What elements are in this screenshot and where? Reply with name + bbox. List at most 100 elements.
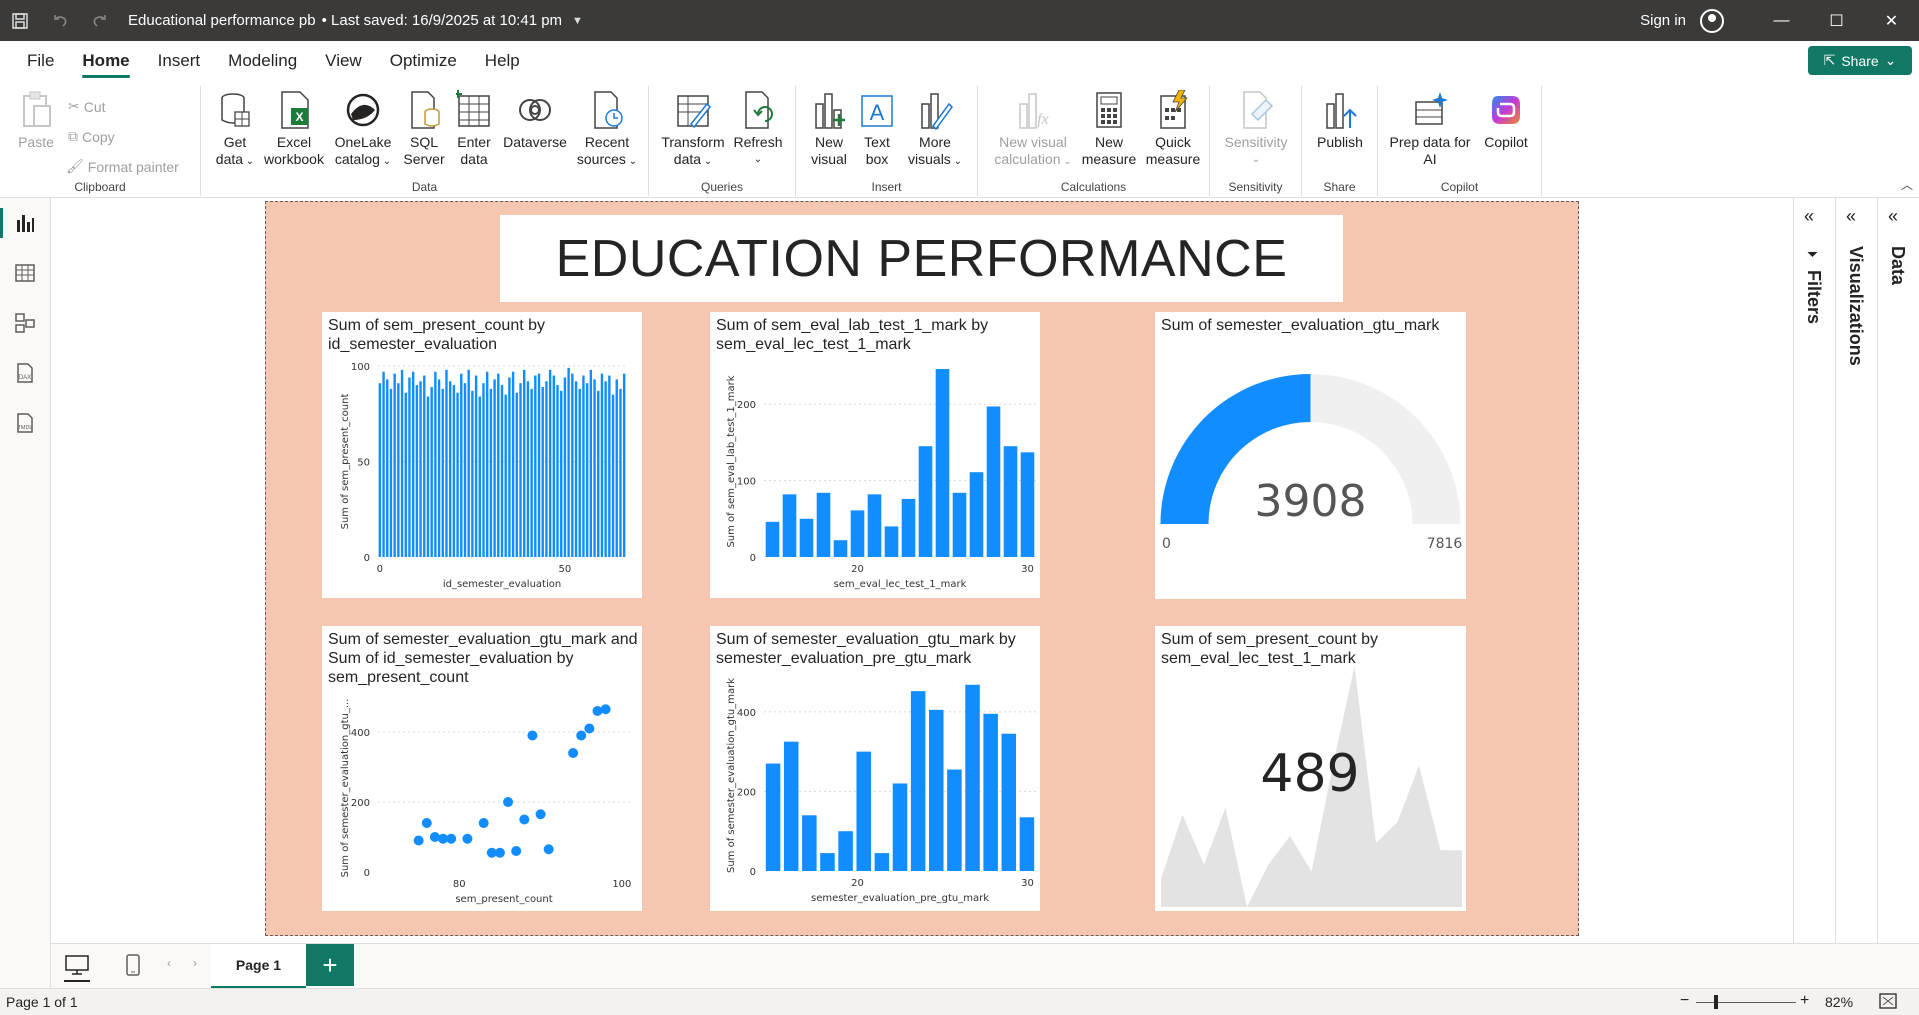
- paste-icon: [18, 90, 54, 130]
- format-painter-button[interactable]: 🖌 Format painter: [66, 158, 179, 175]
- bar: [597, 390, 600, 557]
- bar: [593, 379, 596, 557]
- brush-icon: 🖌: [66, 158, 84, 174]
- enter-data-button[interactable]: Enter data: [451, 90, 497, 168]
- desktop-layout-icon[interactable]: [64, 954, 90, 982]
- excel-workbook-button[interactable]: X Excel workbook: [261, 90, 327, 168]
- visual-lab-test-by-lec-test[interactable]: Sum of sem_eval_lab_test_1_mark by sem_e…: [710, 312, 1040, 598]
- bar: [622, 373, 626, 557]
- new-visual-calculation-button[interactable]: fx New visual calculation ⌄: [990, 90, 1076, 170]
- zoom-slider-track[interactable]: [1696, 1002, 1796, 1003]
- visualizations-pane[interactable]: « Visualizations: [1835, 198, 1877, 943]
- menu-help[interactable]: Help: [485, 41, 520, 80]
- page-tab-1[interactable]: Page 1: [211, 944, 306, 989]
- mobile-layout-icon[interactable]: [125, 954, 141, 981]
- clipboard-group: Paste ✂ Cut ⧉ Copy 🖌 Format painter Clipboa…: [0, 86, 201, 196]
- chevron-down-icon[interactable]: ▼: [572, 15, 583, 27]
- file-title[interactable]: Educational performance pb: [128, 12, 316, 29]
- paste-button[interactable]: Paste: [14, 90, 58, 151]
- recent-sources-button[interactable]: Recent sources ⌄: [573, 90, 641, 170]
- table-view-icon[interactable]: [14, 262, 36, 284]
- bar: [816, 492, 831, 557]
- new-visual-button[interactable]: New visual: [806, 90, 852, 168]
- menu-modeling[interactable]: Modeling: [228, 41, 297, 80]
- bar: [611, 394, 615, 557]
- next-page-icon[interactable]: ›: [193, 956, 197, 970]
- onelake-catalog-button[interactable]: OneLake catalog ⌄: [329, 90, 397, 170]
- quick-measure-button[interactable]: Quick measure: [1142, 89, 1204, 168]
- add-page-button[interactable]: +: [306, 944, 354, 986]
- collapse-ribbon-icon[interactable]: ︿: [1901, 176, 1913, 193]
- visual-gtu-mark-by-pre-gtu[interactable]: Sum of semester_evaluation_gtu_mark by s…: [710, 626, 1040, 911]
- zoom-out-button[interactable]: −: [1680, 992, 1689, 1010]
- menu-view[interactable]: View: [325, 41, 362, 80]
- copy-icon: ⧉: [68, 128, 78, 144]
- publish-button[interactable]: Publish: [1312, 90, 1368, 151]
- bar: [802, 815, 817, 871]
- menu-home[interactable]: Home: [82, 41, 130, 80]
- zoom-slider-thumb[interactable]: [1714, 995, 1718, 1009]
- redo-icon[interactable]: [80, 0, 120, 41]
- prep-data-for-ai-button[interactable]: Prep data for AI: [1384, 90, 1476, 168]
- menu-file[interactable]: File: [27, 41, 54, 80]
- model-view-icon[interactable]: [14, 312, 36, 334]
- get-data-button[interactable]: Get data ⌄: [213, 90, 257, 170]
- cut-button[interactable]: ✂ Cut: [68, 98, 106, 115]
- sensitivity-button[interactable]: Sensitivity ⌄: [1220, 90, 1292, 168]
- sql-server-button[interactable]: SQL Server: [399, 90, 449, 168]
- bar: [901, 498, 916, 557]
- bar: [541, 387, 544, 557]
- maximize-button[interactable]: ☐: [1809, 0, 1864, 41]
- visual-present-count-by-id[interactable]: Sum of sem_present_count by id_semester_…: [322, 312, 642, 598]
- double-chevron-left-icon[interactable]: «: [1804, 206, 1814, 227]
- refresh-button[interactable]: Refresh ⌄: [729, 90, 787, 168]
- zoom-in-button[interactable]: +: [1800, 992, 1809, 1010]
- avatar-icon[interactable]: [1700, 8, 1724, 33]
- dataverse-button[interactable]: Dataverse: [499, 90, 571, 151]
- bar: [867, 494, 882, 557]
- fit-to-page-icon[interactable]: [1878, 992, 1898, 1013]
- previous-page-icon[interactable]: ‹: [167, 956, 171, 970]
- copilot-button[interactable]: Copilot: [1478, 90, 1534, 151]
- menu-insert[interactable]: Insert: [158, 41, 201, 80]
- bar: [1003, 446, 1018, 557]
- save-icon[interactable]: [0, 0, 40, 41]
- double-chevron-left-icon[interactable]: «: [1846, 206, 1856, 227]
- bar: [833, 540, 848, 557]
- undo-icon[interactable]: [40, 0, 80, 41]
- bar: [400, 369, 404, 557]
- excel-icon: X: [276, 90, 312, 130]
- bar: [765, 763, 781, 871]
- data-label: Data: [1888, 246, 1908, 286]
- report-title-card[interactable]: EDUCATION PERFORMANCE: [500, 215, 1343, 302]
- bar: [423, 375, 426, 557]
- bar: [382, 371, 385, 557]
- bar: [1020, 452, 1035, 557]
- bar: [489, 388, 493, 557]
- double-chevron-left-icon[interactable]: «: [1888, 206, 1898, 227]
- y-tick-label: 200: [737, 400, 756, 411]
- sign-in-link[interactable]: Sign in: [1640, 12, 1686, 29]
- minimize-button[interactable]: —: [1754, 0, 1809, 41]
- dax-query-view-icon[interactable]: DAX: [14, 362, 36, 384]
- new-measure-button[interactable]: New measure: [1078, 90, 1140, 168]
- transform-data-button[interactable]: Transform data ⌄: [659, 90, 727, 170]
- text-box-button[interactable]: A Text box: [856, 90, 898, 168]
- quick-measure-icon: [1155, 89, 1191, 130]
- visual-present-count-card[interactable]: Sum of sem_present_count by sem_eval_lec…: [1155, 626, 1466, 911]
- more-visuals-button[interactable]: More visuals ⌄: [902, 90, 968, 170]
- report-view-icon[interactable]: [14, 212, 36, 234]
- visual-gtu-mark-scatter[interactable]: Sum of semester_evaluation_gtu_mark and …: [322, 626, 642, 911]
- menu-bar: File Home Insert Modeling View Optimize …: [0, 41, 1919, 80]
- sensitivity-icon: [1238, 90, 1274, 130]
- tmdl-view-icon[interactable]: TMDL: [14, 412, 36, 434]
- share-button[interactable]: ⇱ Share ⌄: [1808, 46, 1912, 75]
- filters-pane[interactable]: « ⏷ Filters: [1793, 198, 1835, 943]
- bar: [526, 381, 530, 557]
- menu-optimize[interactable]: Optimize: [390, 41, 457, 80]
- data-pane[interactable]: « Data: [1877, 198, 1919, 943]
- copy-button[interactable]: ⧉ Copy: [68, 128, 115, 145]
- close-button[interactable]: ✕: [1864, 0, 1919, 41]
- visual-gtu-mark-gauge[interactable]: Sum of semester_evaluation_gtu_mark 3908…: [1155, 312, 1466, 599]
- sensitivity-group: Sensitivity ⌄ Sensitivity: [1210, 86, 1302, 196]
